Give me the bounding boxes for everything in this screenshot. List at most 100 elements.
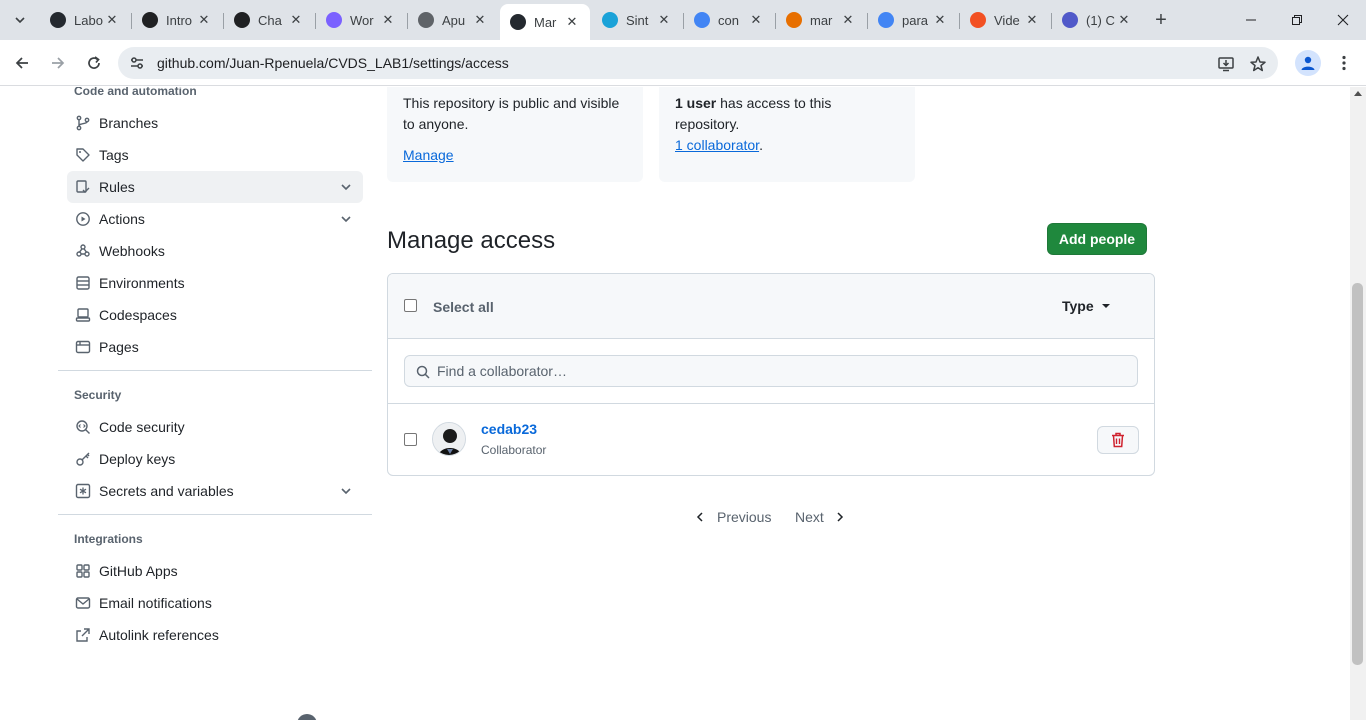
chevron-down-icon[interactable] <box>339 180 353 194</box>
browser-tab[interactable]: Sint ✕ <box>592 6 682 34</box>
pagination-previous[interactable]: Previous <box>694 509 771 525</box>
sidebar-divider <box>58 370 372 371</box>
sidebar-item-code-security[interactable]: Code security <box>67 411 363 443</box>
close-tab-icon[interactable]: ✕ <box>656 12 672 28</box>
remove-collaborator-button[interactable] <box>1097 426 1139 454</box>
collaborator-checkbox[interactable] <box>404 433 417 446</box>
previous-label: Previous <box>717 509 772 525</box>
manage-visibility-link[interactable]: Manage <box>403 147 454 163</box>
tab-title: para <box>902 12 929 28</box>
sidebar-item-branches[interactable]: Branches <box>67 107 363 139</box>
forward-button[interactable] <box>44 49 72 77</box>
footer-logo-icon <box>297 714 317 720</box>
play-icon <box>75 211 91 227</box>
search-row: Find a collaborator… <box>388 339 1154 404</box>
pagination-next[interactable]: Next <box>795 509 846 525</box>
close-tab-icon[interactable]: ✕ <box>196 12 212 28</box>
select-all-label[interactable]: Select all <box>433 299 494 315</box>
sidebar-item-email-notifications[interactable]: Email notifications <box>67 587 363 619</box>
browser-tab[interactable]: Wor ✕ <box>316 6 406 34</box>
close-tab-icon[interactable]: ✕ <box>932 12 948 28</box>
avatar[interactable] <box>432 422 466 456</box>
select-all-checkbox[interactable] <box>404 299 417 312</box>
type-filter-dropdown[interactable]: Type <box>1062 298 1110 314</box>
browser-tab[interactable]: (1) C ✕ <box>1052 6 1142 34</box>
next-label: Next <box>795 509 824 525</box>
scrollbar-thumb[interactable] <box>1352 283 1363 665</box>
browser-tab[interactable]: Intro ✕ <box>132 6 222 34</box>
sidebar-item-codespaces[interactable]: Codespaces <box>67 299 363 331</box>
sidebar-item-actions[interactable]: Actions <box>67 203 363 235</box>
collaborator-username[interactable]: cedab23 <box>481 421 537 437</box>
close-tab-icon[interactable]: ✕ <box>472 12 488 28</box>
close-tab-icon[interactable]: ✕ <box>104 12 120 28</box>
new-tab-button[interactable]: + <box>1150 8 1172 32</box>
close-tab-icon[interactable]: ✕ <box>288 12 304 28</box>
browser-tab[interactable]: Apu ✕ <box>408 6 498 34</box>
sidebar-item-environments[interactable]: Environments <box>67 267 363 299</box>
chevron-down-icon <box>15 17 25 24</box>
m-icon <box>602 12 618 28</box>
tab-search-button[interactable] <box>6 8 34 32</box>
back-button[interactable] <box>8 49 36 77</box>
microsoft-icon <box>970 12 986 28</box>
sidebar-item-github-apps[interactable]: GitHub Apps <box>67 555 363 587</box>
chevron-down-icon[interactable] <box>339 484 353 498</box>
tab-title: Wor <box>350 12 374 28</box>
sidebar-item-rules[interactable]: Rules <box>67 171 363 203</box>
close-window-button[interactable] <box>1328 6 1358 34</box>
page-scrollbar[interactable] <box>1350 87 1366 720</box>
sidebar-item-label: Codespaces <box>99 307 177 323</box>
sidebar-item-secrets-and-variables[interactable]: Secrets and variables <box>67 475 363 507</box>
restore-button[interactable] <box>1282 6 1312 34</box>
more-vertical-icon <box>1342 55 1346 71</box>
collaborator-count-link[interactable]: 1 collaborator <box>675 137 759 153</box>
url-text[interactable]: github.com/Juan-Rpenuela/CVDS_LAB1/setti… <box>157 55 509 71</box>
minimize-button[interactable] <box>1236 6 1266 34</box>
sidebar-item-webhooks[interactable]: Webhooks <box>67 235 363 267</box>
page-title: Manage access <box>387 227 556 254</box>
collaborator-search-input[interactable]: Find a collaborator… <box>404 355 1138 387</box>
close-tab-icon[interactable]: ✕ <box>1024 12 1040 28</box>
close-tab-icon[interactable]: ✕ <box>380 12 396 28</box>
browser-tab[interactable]: Cha ✕ <box>224 6 314 34</box>
browser-tab[interactable]: mar ✕ <box>776 6 866 34</box>
browser-tab[interactable]: con ✕ <box>684 6 774 34</box>
install-app-icon[interactable] <box>1215 53 1237 75</box>
sidebar-item-tags[interactable]: Tags <box>67 139 363 171</box>
sidebar-item-autolink-references[interactable]: Autolink references <box>67 619 363 651</box>
bookmark-star-icon[interactable] <box>1247 53 1269 75</box>
close-tab-icon[interactable]: ✕ <box>840 12 856 28</box>
browser-menu-button[interactable] <box>1334 50 1354 76</box>
scroll-up-arrow-icon[interactable] <box>1354 91 1362 96</box>
section-heading-code: Code and automation <box>74 87 197 98</box>
profile-avatar[interactable] <box>1295 50 1321 76</box>
add-people-button[interactable]: Add people <box>1047 223 1147 255</box>
copilot-icon <box>326 12 342 28</box>
access-count-text: 1 user has access to this repository. <box>675 93 899 135</box>
browser-tab[interactable]: Labo ✕ <box>40 6 130 34</box>
visibility-card: This repository is public and visible to… <box>387 87 643 182</box>
browser-tab[interactable]: para ✕ <box>868 6 958 34</box>
close-tab-icon[interactable]: ✕ <box>564 14 580 30</box>
reload-button[interactable] <box>80 49 108 77</box>
codespaces-icon <box>75 307 91 323</box>
sidebar-item-pages[interactable]: Pages <box>67 331 363 363</box>
address-bar[interactable]: github.com/Juan-Rpenuela/CVDS_LAB1/setti… <box>118 47 1278 79</box>
collaborator-row: cedab23 Collaborator <box>388 404 1154 475</box>
codescan-icon <box>75 419 91 435</box>
rules-icon <box>75 179 91 195</box>
tab-title: Labo <box>74 12 103 28</box>
sidebar-item-label: Environments <box>99 275 185 291</box>
close-tab-icon[interactable]: ✕ <box>1116 12 1132 28</box>
site-info-icon[interactable] <box>128 54 146 72</box>
browser-tab[interactable]: Vide ✕ <box>960 6 1050 34</box>
globe-icon <box>418 12 434 28</box>
close-tab-icon[interactable]: ✕ <box>748 12 764 28</box>
java-icon <box>786 12 802 28</box>
chevron-down-icon[interactable] <box>339 212 353 226</box>
sidebar-item-label: Autolink references <box>99 627 219 643</box>
browser-tab[interactable]: Mar ✕ <box>500 4 590 40</box>
sidebar-item-deploy-keys[interactable]: Deploy keys <box>67 443 363 475</box>
tab-title: Apu <box>442 12 466 28</box>
